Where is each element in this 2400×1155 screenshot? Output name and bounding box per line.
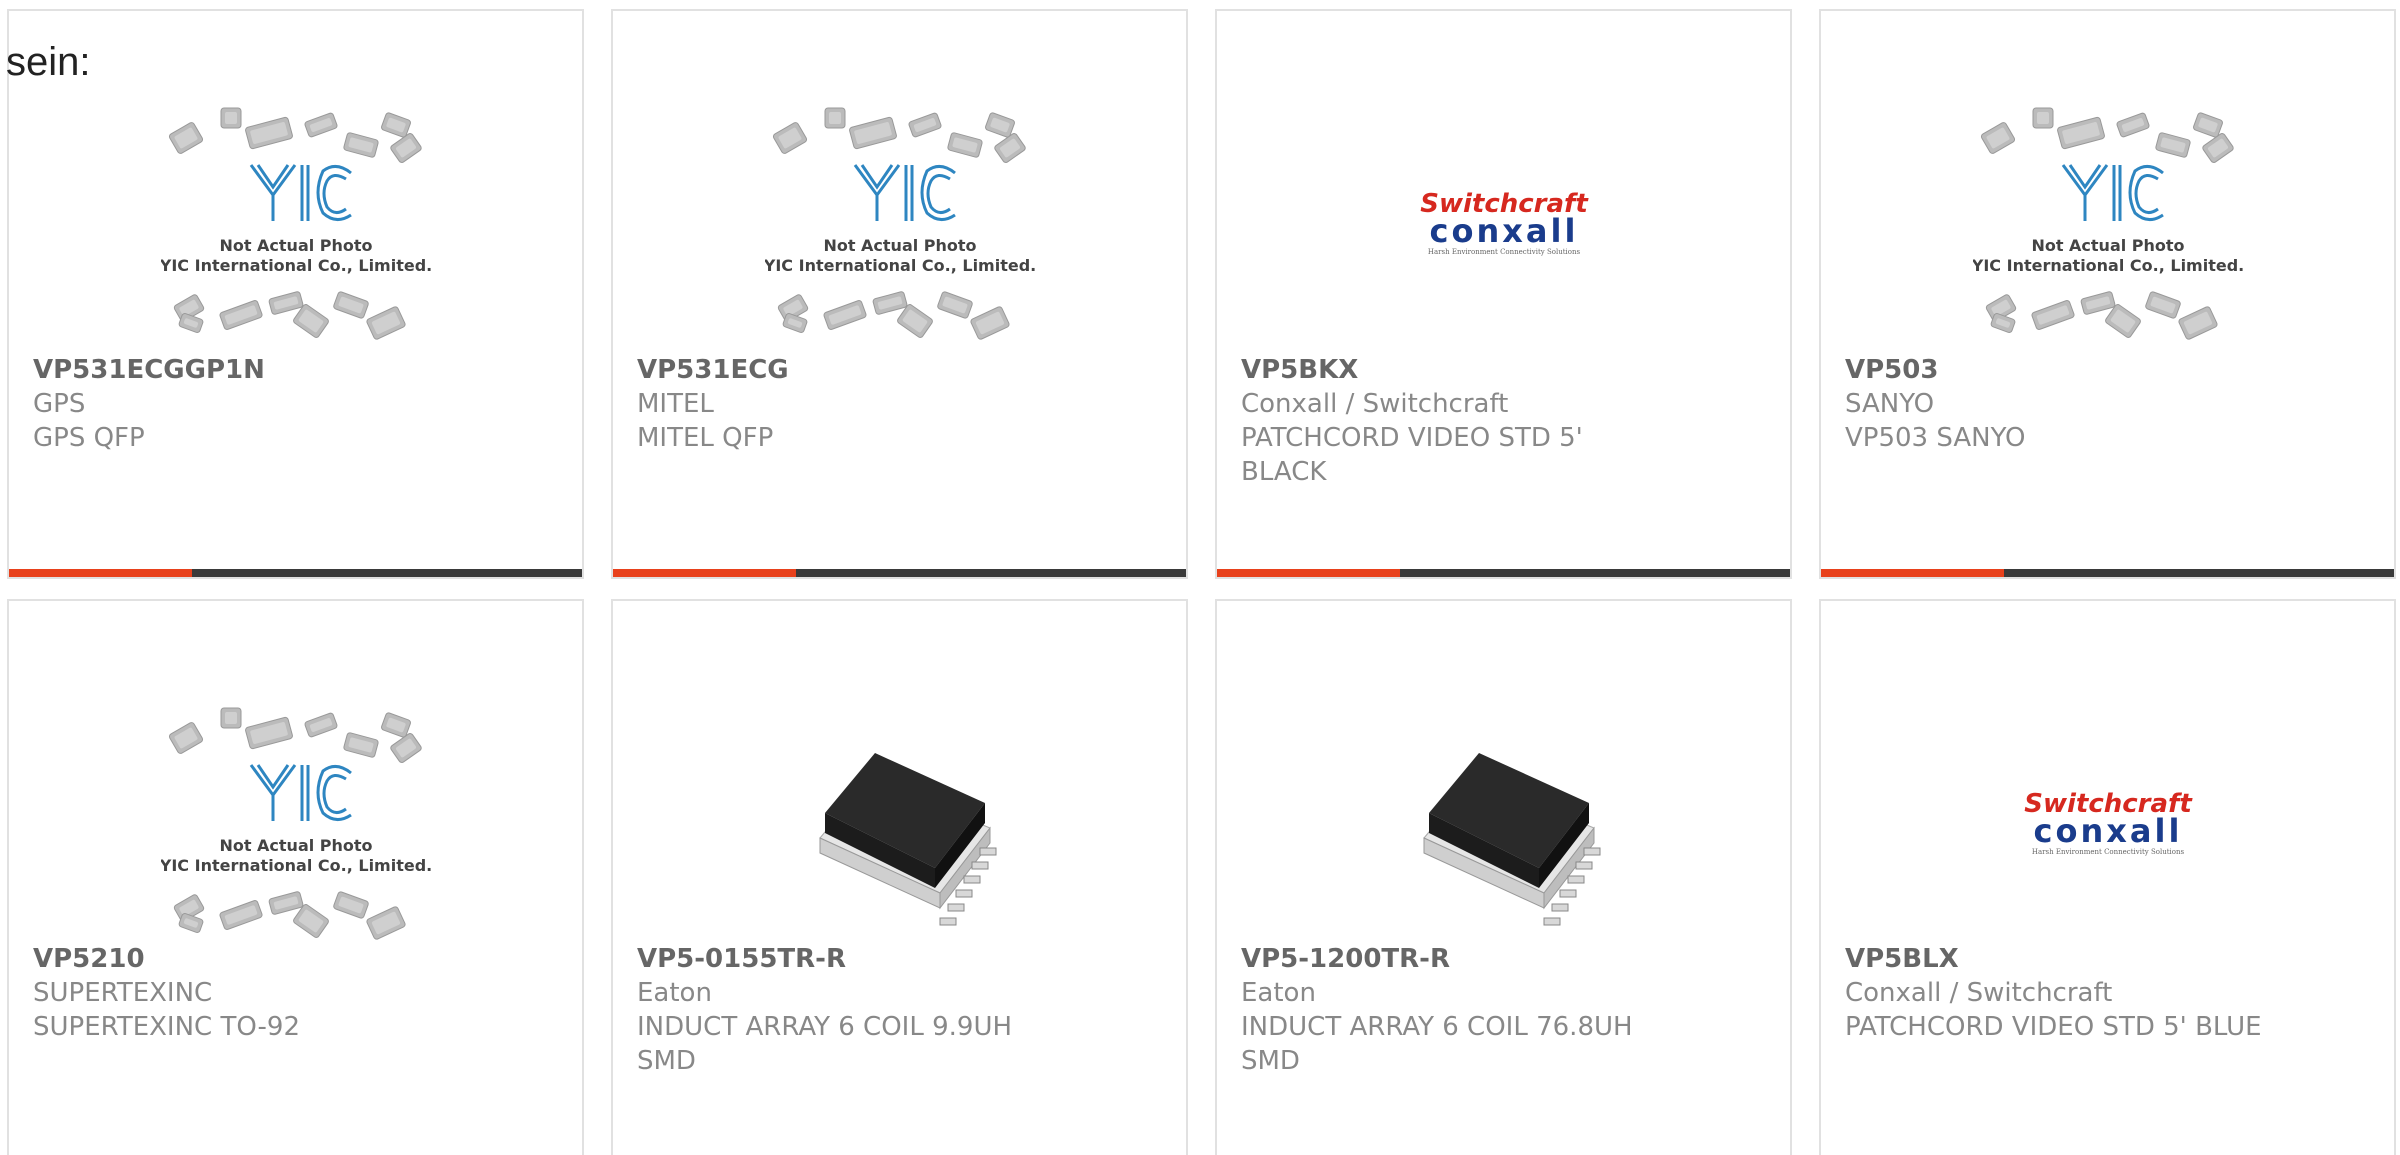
yic-placeholder-graphic: Not Actual Photo YIC International Co., … [765,107,1035,340]
product-description: SUPERTEXINC TO-92 [33,1012,301,1042]
part-number-link[interactable]: VP5-0155TR-R [637,942,1166,976]
placeholder-caption-line2: YIC International Co., Limited. [765,256,1035,275]
inductor-photo-graphic [818,753,996,926]
yic-placeholder-graphic: Not Actual Photo YIC International Co., … [161,107,431,340]
product-info: VP5-1200TR-R Eaton INDUCT ARRAY 6 COIL 7… [1241,942,1770,1078]
manufacturer-name: Conxall / Switchcraft [1241,389,1509,419]
part-number-link[interactable]: VP5BKX [1241,353,1770,387]
yic-placeholder-graphic: Not Actual Photo YIC International Co., … [1973,107,2243,340]
svg-text:Harsh Environment Connectivity: Harsh Environment Connectivity Solutions [2031,848,2184,856]
card-accent-bar [1821,569,2004,577]
product-description: VP503 SANYO [1845,423,2026,453]
placeholder-caption-line1: Not Actual Photo [823,236,976,255]
part-number-link[interactable]: VP503 [1845,353,2374,387]
manufacturer-name: MITEL [637,389,714,419]
card-accent-bar [9,569,192,577]
product-image[interactable] [1217,693,1790,953]
placeholder-caption-line1: Not Actual Photo [2031,236,2184,255]
switchcraft-logo-graphic: Switchcraft conxall Harsh Environment Co… [1420,189,1589,256]
card-accent-bar [613,569,796,577]
manufacturer-name: GPS [33,389,86,419]
product-description: GPS QFP [33,423,145,453]
product-info: VP5-0155TR-R Eaton INDUCT ARRAY 6 COIL 9… [637,942,1166,1078]
svg-text:conxall: conxall [2033,812,2182,850]
product-image[interactable]: Not Actual Photo YIC International Co., … [613,93,1186,353]
card-bottom-bar [1217,569,1790,577]
placeholder-caption-line1: Not Actual Photo [219,836,372,855]
product-info: VP503 SANYO VP503 SANYO [1845,353,2374,455]
product-grid-page: sein: Not Actual Photo YIC International… [0,0,2400,1155]
product-image[interactable]: Not Actual Photo YIC International Co., … [1821,93,2394,353]
manufacturer-name: SANYO [1845,389,1935,419]
switchcraft-logo-graphic: Switchcraft conxall Harsh Environment Co… [2024,789,2193,856]
product-description: MITEL QFP [637,423,774,453]
card-bottom-bar [613,569,1186,577]
part-number-link[interactable]: VP5-1200TR-R [1241,942,1770,976]
product-card[interactable]: Not Actual Photo YIC International Co., … [611,9,1188,579]
product-card[interactable]: VP5-1200TR-R Eaton INDUCT ARRAY 6 COIL 7… [1215,599,1792,1155]
part-number-link[interactable]: VP531ECG [637,353,1166,387]
placeholder-caption-line1: Not Actual Photo [219,236,372,255]
svg-text:conxall: conxall [1429,212,1578,250]
product-info: VP5BLX Conxall / Switchcraft PATCHCORD V… [1845,942,2374,1044]
product-description: INDUCT ARRAY 6 COIL 76.8UH SMD [1241,1012,1633,1076]
manufacturer-name: Eaton [637,978,712,1008]
product-image[interactable]: Switchcraft conxall Harsh Environment Co… [1821,693,2394,953]
placeholder-caption-line2: YIC International Co., Limited. [161,856,431,875]
yic-placeholder-graphic: Not Actual Photo YIC International Co., … [161,707,431,940]
product-card[interactable]: Not Actual Photo YIC International Co., … [7,9,584,579]
product-info: VP531ECG MITEL MITEL QFP [637,353,1166,455]
product-image[interactable]: Not Actual Photo YIC International Co., … [9,93,582,353]
part-number-link[interactable]: VP531ECGGP1N [33,353,562,387]
placeholder-caption-line2: YIC International Co., Limited. [1973,256,2243,275]
part-number-link[interactable]: VP5210 [33,942,562,976]
product-image[interactable]: Not Actual Photo YIC International Co., … [9,693,582,953]
product-description: PATCHCORD VIDEO STD 5' BLACK [1241,423,1583,487]
part-number-link[interactable]: VP5BLX [1845,942,2374,976]
manufacturer-name: SUPERTEXINC [33,978,213,1008]
intro-text: sein: [6,40,91,84]
card-bottom-bar [1821,569,2394,577]
product-card[interactable]: Not Actual Photo YIC International Co., … [1819,9,2396,579]
manufacturer-name: Eaton [1241,978,1316,1008]
placeholder-caption-line2: YIC International Co., Limited. [161,256,431,275]
product-card[interactable]: VP5-0155TR-R Eaton INDUCT ARRAY 6 COIL 9… [611,599,1188,1155]
product-image[interactable]: Switchcraft conxall Harsh Environment Co… [1217,93,1790,353]
card-accent-bar [1217,569,1400,577]
card-bottom-bar [9,569,582,577]
product-card[interactable]: Not Actual Photo YIC International Co., … [7,599,584,1155]
product-info: VP5BKX Conxall / Switchcraft PATCHCORD V… [1241,353,1770,489]
product-description: PATCHCORD VIDEO STD 5' BLUE [1845,1012,2262,1042]
product-info: VP5210 SUPERTEXINC SUPERTEXINC TO-92 [33,942,562,1044]
svg-text:Harsh Environment Connectivity: Harsh Environment Connectivity Solutions [1427,248,1580,256]
product-card[interactable]: Switchcraft conxall Harsh Environment Co… [1819,599,2396,1155]
manufacturer-name: Conxall / Switchcraft [1845,978,2113,1008]
product-card[interactable]: Switchcraft conxall Harsh Environment Co… [1215,9,1792,579]
inductor-photo-graphic [1422,753,1600,926]
product-image[interactable] [613,693,1186,953]
product-description: INDUCT ARRAY 6 COIL 9.9UH SMD [637,1012,1013,1076]
product-info: VP531ECGGP1N GPS GPS QFP [33,353,562,455]
